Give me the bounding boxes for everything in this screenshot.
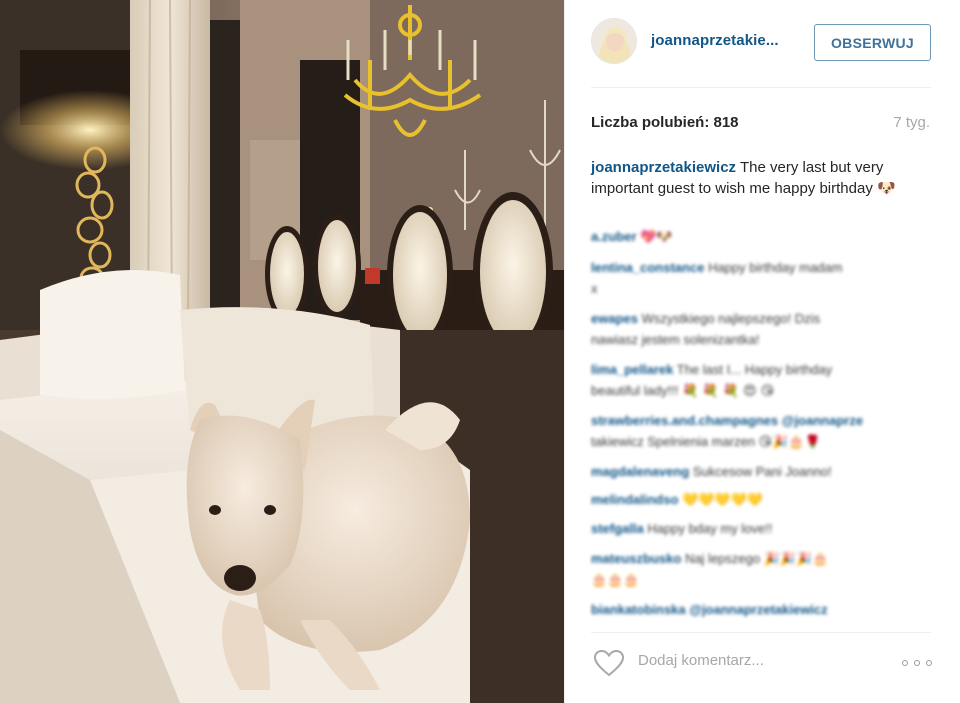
comment-emoji: 💛💛💛💛💛 xyxy=(682,493,763,508)
comment: lentina_constance Happy birthday madam xyxy=(591,258,842,278)
comment-mention[interactable]: @joannaprze xyxy=(782,413,863,428)
comment-username[interactable]: strawberries.and.champagnes xyxy=(591,413,778,428)
post-author-username[interactable]: joannaprzetakie... xyxy=(651,32,779,49)
comment: a.zuber 💖🐶 xyxy=(591,227,673,248)
comment-text: Naj lepszego xyxy=(684,551,761,566)
comment-emoji: 😘🎉🎂🌹 xyxy=(758,435,821,450)
comment-continued: x xyxy=(591,279,598,299)
comments-list: joannaprzetakiewicz The very last but ve… xyxy=(591,157,933,617)
comment: ewapes Wszystkiego najlepszego! Dzis xyxy=(591,309,820,329)
footer-divider xyxy=(591,632,931,633)
more-options-icon[interactable] xyxy=(902,656,932,670)
comment-username[interactable]: melindalindso xyxy=(591,492,678,507)
dot-icon xyxy=(914,660,920,666)
comment: biankatobinska @joannaprzetakiewicz xyxy=(591,600,828,620)
photo-image xyxy=(0,0,564,703)
dog-face-icon: 🐶 xyxy=(877,179,896,197)
comment-username[interactable]: mateuszbusko xyxy=(591,551,681,566)
comment-username[interactable]: magdalenaveng xyxy=(591,464,689,479)
post-side-panel: joannaprzetakie... OBSERWUJ Liczba polub… xyxy=(564,0,960,703)
comment-text: takiewicz Spelnienia marzen xyxy=(591,434,756,449)
comment-text: The last I... Happy birthday xyxy=(676,362,833,377)
dot-icon xyxy=(902,660,908,666)
comment: stefgalla Happy bday my love!! xyxy=(591,519,772,539)
post-caption: joannaprzetakiewicz The very last but ve… xyxy=(591,157,933,199)
comment-text: Wszystkiego najlepszego! Dzis xyxy=(641,311,821,326)
comment-text: Sukcesow Pani Joanno! xyxy=(692,464,832,479)
comment-username[interactable]: biankatobinska xyxy=(591,602,686,617)
comment-continued: takiewicz Spelnienia marzen 😘🎉🎂🌹 xyxy=(591,432,821,453)
header-divider xyxy=(591,87,931,88)
comment-mention[interactable]: @joannaprzetakiewicz xyxy=(689,602,827,617)
comment: strawberries.and.champagnes @joannaprze xyxy=(591,411,863,431)
comment-username[interactable]: lentina_constance xyxy=(591,260,704,275)
comment-emoji: 💖🐶 xyxy=(640,230,673,245)
comment-text: nawiasz jestem solenizantka! xyxy=(591,332,760,347)
comment-emoji: 💐 💐 💐 😍 😘 xyxy=(682,384,775,399)
dot-icon xyxy=(926,660,932,666)
comment-text: beautiful lady!!! xyxy=(591,383,679,398)
comment-username[interactable]: ewapes xyxy=(591,311,638,326)
avatar[interactable] xyxy=(591,18,637,64)
comment-username[interactable]: a.zuber xyxy=(591,229,637,244)
comment-continued: 🎂🎂🎂 xyxy=(591,570,640,591)
post-header: joannaprzetakie... OBSERWUJ xyxy=(565,0,960,86)
likes-count[interactable]: Liczba polubień: 818 xyxy=(591,114,739,131)
comment-username[interactable]: stefgalla xyxy=(591,521,644,536)
comment-emoji: 🎂🎂🎂 xyxy=(591,573,640,588)
comment-continued: nawiasz jestem solenizantka! xyxy=(591,330,759,350)
post-time[interactable]: 7 tyg. xyxy=(893,114,930,131)
caption-username[interactable]: joannaprzetakiewicz xyxy=(591,159,736,176)
heart-icon[interactable] xyxy=(593,649,625,677)
add-comment-input[interactable]: Dodaj komentarz... xyxy=(638,652,764,669)
comment-continued: beautiful lady!!! 💐 💐 💐 😍 😘 xyxy=(591,381,774,402)
comment-text: Happy birthday madam xyxy=(708,260,843,275)
comment: mateuszbusko Naj lepszego 🎉🎉🎉🎂 xyxy=(591,549,828,570)
comment: magdalenaveng Sukcesow Pani Joanno! xyxy=(591,462,832,482)
follow-button[interactable]: OBSERWUJ xyxy=(814,24,931,61)
comment-text: x xyxy=(591,281,598,296)
comment-username[interactable]: lima_pellarek xyxy=(591,362,673,377)
comment: melindalindso 💛💛💛💛💛 xyxy=(591,490,763,511)
comment-text: Happy bday my love!! xyxy=(647,521,773,536)
post-photo[interactable] xyxy=(0,0,564,703)
comment-emoji: 🎉🎉🎉🎂 xyxy=(763,552,829,567)
comment: lima_pellarek The last I... Happy birthd… xyxy=(591,360,832,380)
